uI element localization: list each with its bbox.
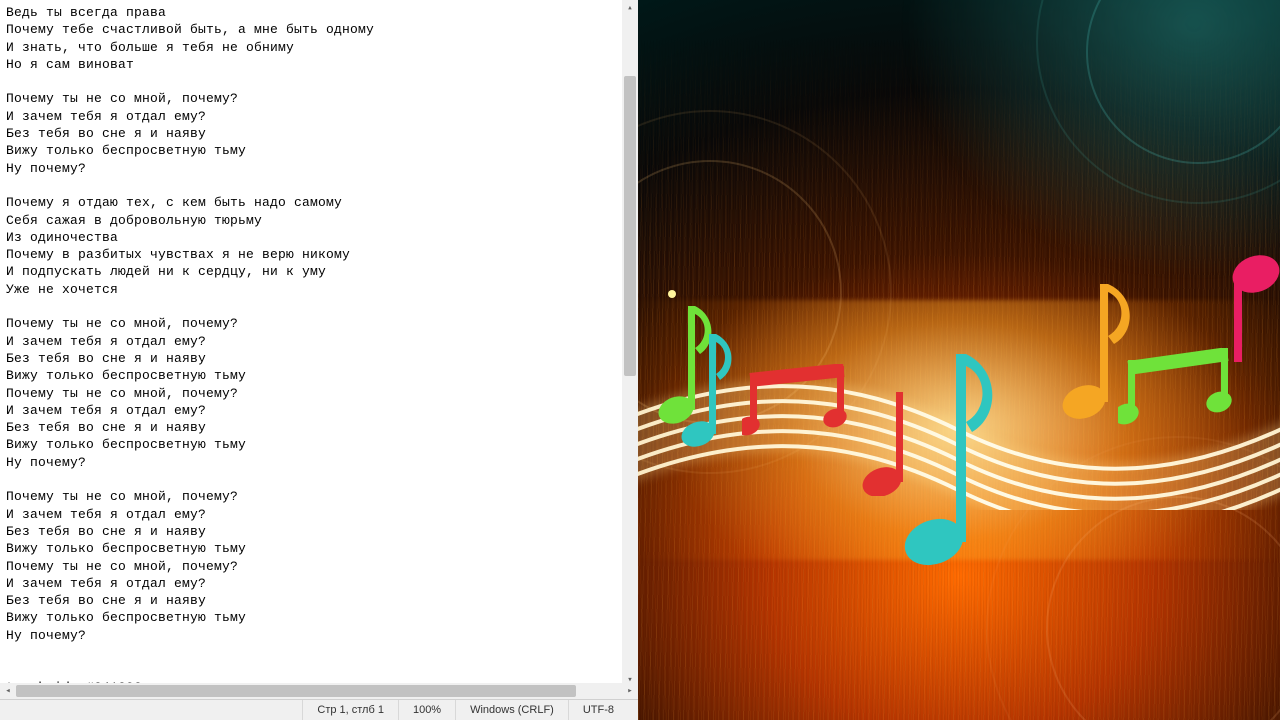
vertical-scroll-track[interactable]	[622, 16, 638, 672]
wallpaper-art	[638, 0, 1280, 720]
vertical-scroll-thumb[interactable]	[624, 76, 636, 376]
eighth-note-icon	[678, 320, 738, 450]
status-spacer	[0, 700, 303, 720]
scroll-down-button[interactable]: ▾	[622, 672, 638, 683]
status-bar: Стр 1, стлб 1 100% Windows (CRLF) UTF-8	[0, 699, 638, 720]
quarter-note-icon	[1200, 248, 1280, 368]
app-root: Ведь ты всегда права Почему тебе счастли…	[0, 0, 1280, 720]
horizontal-scroll-track[interactable]	[16, 683, 622, 699]
vertical-scrollbar[interactable]: ▴ ▾	[622, 0, 638, 683]
eighth-note-icon	[900, 336, 1000, 566]
scroll-left-button[interactable]: ◂	[0, 683, 16, 699]
beamed-notes-icon	[742, 364, 852, 440]
status-zoom[interactable]: 100%	[399, 700, 456, 720]
text-area[interactable]: Ведь ты всегда права Почему тебе счастли…	[0, 0, 638, 683]
text-editor-pane: Ведь ты всегда права Почему тебе счастли…	[0, 0, 638, 720]
horizontal-scroll-thumb[interactable]	[16, 685, 576, 697]
status-cursor-position[interactable]: Стр 1, стлб 1	[303, 700, 399, 720]
horizontal-scrollbar[interactable]: ◂ ▸	[0, 683, 638, 699]
status-encoding[interactable]: UTF-8	[569, 700, 638, 720]
scroll-up-button[interactable]: ▴	[622, 0, 638, 16]
scroll-right-button[interactable]: ▸	[622, 683, 638, 699]
document-text[interactable]: Ведь ты всегда права Почему тебе счастли…	[0, 0, 634, 683]
status-line-ending[interactable]: Windows (CRLF)	[456, 700, 569, 720]
